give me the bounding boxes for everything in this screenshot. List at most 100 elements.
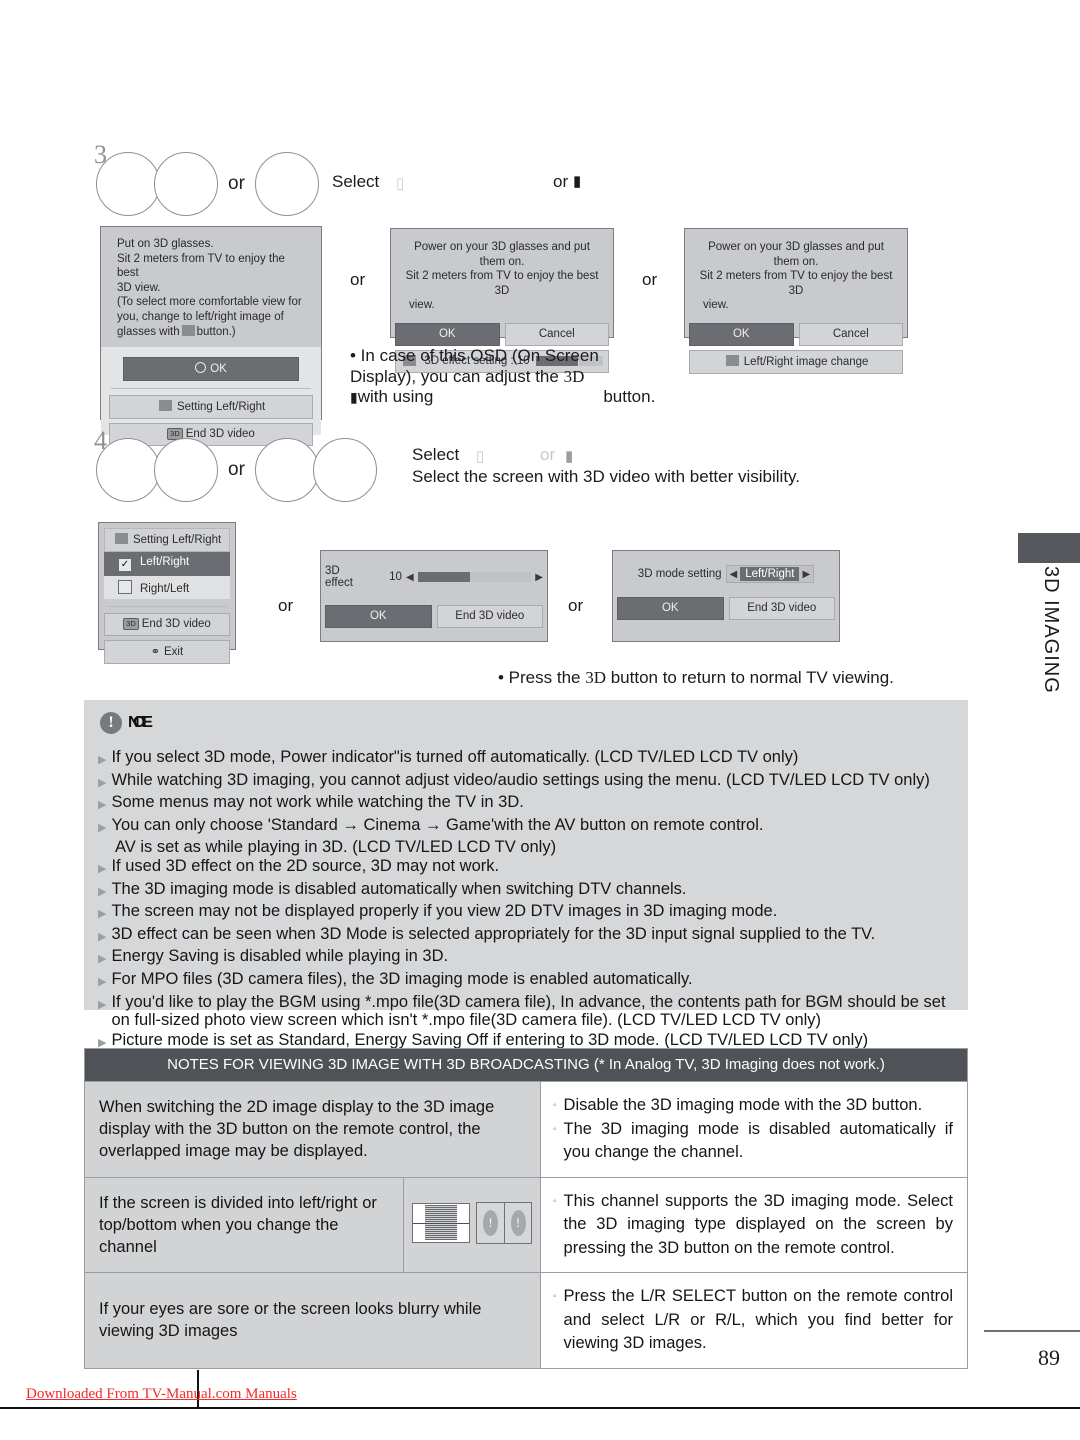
exclamation-circle-icon: !: [100, 712, 122, 734]
or-between-dialogs-1: or: [350, 270, 366, 289]
effect-ok-button[interactable]: OK: [325, 605, 432, 628]
3d-effect-slider-row: 3D effect 10 ◀ ▶: [325, 555, 543, 605]
dot-bullet-icon: ◦: [553, 1100, 557, 1111]
step-3-note-line1: • In case of this OSD (On Screen: [350, 346, 599, 365]
menu-end-3d-button[interactable]: 3D End 3D video: [104, 613, 230, 636]
osd-a-line6: glasses with button.): [117, 324, 307, 340]
mode-end-3d-button[interactable]: End 3D video: [728, 597, 835, 620]
remote-button-circle[interactable]: [312, 438, 377, 502]
step-4-description: Select the screen with 3D video with bet…: [412, 467, 801, 486]
step-3-select-label: Select: [332, 172, 380, 191]
arrow-right-icon[interactable]: ▶: [802, 569, 810, 580]
table-row: When switching the 2D image display to t…: [84, 1081, 968, 1178]
3d-mode-value-stepper[interactable]: ◀ Left/Right ▶: [725, 565, 815, 583]
arrow-left-icon[interactable]: ◀: [406, 572, 414, 583]
checkbox-unchecked-icon: [118, 580, 132, 594]
osd-c-line1: Power on your 3D glasses and put them on…: [708, 241, 884, 268]
osd-c-line3: view.: [703, 299, 729, 312]
menu-exit-button[interactable]: ⚭ Exit: [104, 640, 230, 664]
button-square-icon: [725, 354, 739, 366]
split-screen-preview: [412, 1202, 470, 1243]
menu-header-label: Setting Left/Right: [132, 534, 222, 546]
osd-c-message: Power on your 3D glasses and put them on…: [689, 233, 903, 323]
dot-bullet-icon: ◦: [553, 1123, 557, 1135]
osd-c-ok-button[interactable]: OK: [689, 322, 794, 346]
note-item: ▶ The 3D imaging mode is disabled automat…: [98, 880, 958, 902]
note-item-text: Picture mode is set as Standard, Energy …: [111, 1030, 869, 1049]
triangle-bullet-icon: ▶: [98, 998, 107, 1011]
step-3-note-line3-b: button.: [603, 387, 656, 406]
right-bullet-text: Press the L/R SELECT button on the remot…: [563, 1287, 953, 1352]
watermark-horizontal-rule: [0, 1407, 1080, 1409]
triangle-bullet-icon: ▶: [98, 975, 107, 988]
note-list: ▶ If you select 3D mode, Power indicator"…: [98, 748, 958, 1053]
table-row-0-right: ◦ Disable the 3D imaging mode with the 3D…: [540, 1081, 968, 1178]
arrow-right-icon[interactable]: ▶: [535, 572, 543, 583]
menu-item-right-left-label: Right/Left: [140, 583, 190, 595]
osd-a-line6-pre: glasses with: [117, 325, 180, 338]
osd-b-cancel-button[interactable]: Cancel: [504, 322, 609, 346]
split-screen-icon: ! !: [412, 1201, 532, 1244]
3d-icon: 3D: [123, 618, 139, 630]
triangle-bullet-icon: ▶: [98, 953, 107, 966]
checkbox-checked-icon: ✓: [118, 558, 132, 572]
remote-button-circle[interactable]: [254, 438, 319, 502]
exit-icon: ⚭: [150, 646, 161, 658]
osd-dialog-power-on-lr: Power on your 3D glasses and put them on…: [684, 228, 908, 374]
step-4-buttons: 4 or: [94, 426, 377, 502]
table-row-1-left: If the screen is divided into left/right…: [84, 1176, 404, 1273]
dot-bullet-icon: ◦: [553, 1291, 557, 1302]
osd-b-ok-button[interactable]: OK: [395, 322, 500, 346]
button-square-icon: [181, 324, 195, 336]
remote-button-circle[interactable]: [254, 152, 319, 216]
remote-button-circle[interactable]: [154, 438, 218, 502]
mode-ok-button[interactable]: OK: [617, 597, 724, 620]
osd-b-line2: Sit 2 meters from TV to enjoy the best 3…: [405, 270, 599, 297]
triangle-bullet-icon: ▶: [98, 821, 107, 834]
step-3-buttons: 3 or: [94, 140, 319, 216]
osd-c-lr-change-button[interactable]: Left/Right image change: [689, 349, 903, 374]
osd-a-setting-lr-button[interactable]: Setting Left/Right: [109, 395, 313, 420]
table-row: If your eyes are sore or the screen look…: [84, 1272, 968, 1369]
right-bullet-text: This channel supports the 3D imaging mod…: [563, 1191, 953, 1257]
right-bullet-text: The 3D imaging mode is disabled automati…: [563, 1119, 953, 1162]
osd-a-button-area: OK Setting Left/Right 3D End 3D video: [101, 347, 321, 447]
step-3-note-line2-b: 3D: [563, 366, 585, 386]
osd-b-line3: view.: [409, 299, 435, 312]
osd-3d-effect-dialog: 3D effect 10 ◀ ▶ OK End 3D video: [320, 550, 548, 642]
3d-mode-label: 3D mode setting: [637, 568, 722, 580]
exclamation-oval-icon: !: [483, 1209, 498, 1236]
return-note-b: 3D: [585, 668, 606, 687]
remote-button-circle[interactable]: [154, 152, 218, 216]
button-square-icon: [158, 400, 172, 412]
note-item: ▶ If you'd like to play the BGM using *.m…: [98, 993, 958, 1030]
3d-effect-slider[interactable]: [417, 572, 532, 582]
page-number: 89: [1038, 1345, 1060, 1370]
arrow-left-icon[interactable]: ◀: [730, 569, 738, 580]
note-item: ▶ If used 3D effect on the 2D source, 3D …: [98, 857, 958, 879]
triangle-bullet-icon: ▶: [98, 930, 107, 943]
effect-end-3d-button[interactable]: End 3D video: [436, 605, 543, 628]
note-item: ▶ For MPO files (3D camera files), the 3D…: [98, 970, 958, 992]
note-item: ▶ You can only choose 'Standard → Cinema …: [98, 816, 958, 838]
table-row-1-icon-cell: ! !: [403, 1176, 541, 1273]
watermark-text: Downloaded From TV-Manual.com Manuals: [26, 1386, 297, 1402]
menu-item-right-left[interactable]: Right/Left: [104, 576, 230, 599]
3d-effect-label: 3D effect: [325, 565, 353, 589]
osd-c-cancel-button[interactable]: Cancel: [798, 322, 903, 346]
menu-item-left-right[interactable]: ✓ Left/Right: [104, 552, 230, 576]
broadcasting-notes-table: NOTES FOR VIEWING 3D IMAGE WITH 3D BROAD…: [84, 1048, 968, 1369]
note-item-text: If you select 3D mode, Power indicator"i…: [111, 748, 799, 766]
step-3-note-line3: ▮with using button.: [350, 387, 656, 406]
note-item-sub: AV is set as while playing in 3D. (LCD T…: [115, 838, 557, 857]
triangle-bullet-icon: ▶: [98, 776, 107, 789]
mode-dialog-buttons: OK End 3D video: [617, 597, 835, 620]
note-item-text: For MPO files (3D camera files), the 3D …: [111, 969, 693, 988]
note-item: ▶ While watching 3D imaging, you cannot a…: [98, 771, 958, 793]
step-3-osd-note: • In case of this OSD (On Screen Display…: [350, 346, 670, 408]
or-between-dialogs-2: or: [642, 270, 658, 289]
osd-a-ok-button[interactable]: OK: [123, 357, 299, 382]
or-between-step4-1: or: [278, 596, 294, 615]
slider-fill: [417, 572, 470, 582]
osd-dialog-power-on-effect: Power on your 3D glasses and put them on…: [390, 228, 614, 373]
